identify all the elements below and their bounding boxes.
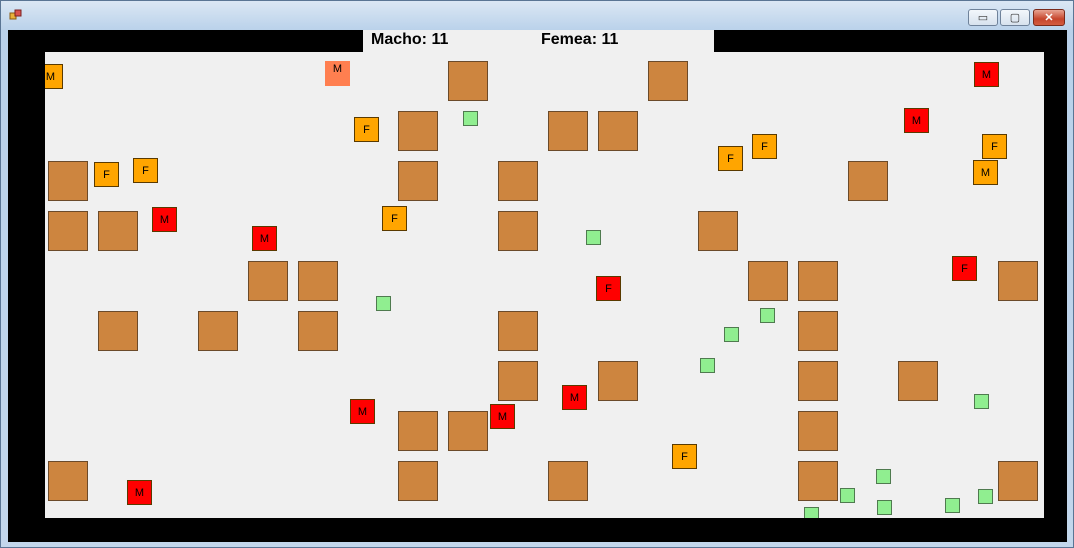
obstacle <box>398 161 438 201</box>
food-item <box>463 111 478 126</box>
male-animal: M <box>562 385 587 410</box>
food-item <box>840 488 855 503</box>
food-item <box>804 507 819 518</box>
obstacle <box>598 361 638 401</box>
female-animal: F <box>596 276 621 301</box>
male-animal: M <box>490 404 515 429</box>
minimize-button[interactable]: ▭ <box>968 9 998 26</box>
obstacle <box>298 261 338 301</box>
obstacle <box>48 161 88 201</box>
game-field: M M M F M F F F F F M M F M F F M M M F … <box>45 52 1044 518</box>
male-animal: M <box>325 61 350 86</box>
obstacle <box>998 461 1038 501</box>
female-animal: F <box>982 134 1007 159</box>
maximize-button[interactable]: ▢ <box>1000 9 1030 26</box>
obstacle <box>798 461 838 501</box>
obstacle <box>498 361 538 401</box>
obstacle <box>598 111 638 151</box>
male-animal: M <box>973 160 998 185</box>
obstacle <box>648 61 688 101</box>
app-window: ▭ ▢ ✕ Macho: 11 Femea: 11 M M M F M F F … <box>0 0 1074 548</box>
male-animal: M <box>350 399 375 424</box>
app-icon <box>9 9 22 20</box>
obstacle <box>98 311 138 351</box>
obstacle <box>448 61 488 101</box>
male-animal: M <box>152 207 177 232</box>
female-animal: F <box>354 117 379 142</box>
close-button[interactable]: ✕ <box>1033 9 1065 26</box>
obstacle <box>198 311 238 351</box>
food-item <box>724 327 739 342</box>
male-animal: M <box>974 62 999 87</box>
food-item <box>974 394 989 409</box>
female-animal: F <box>952 256 977 281</box>
male-score-label: Macho: 11 <box>371 31 449 48</box>
female-animal: F <box>133 158 158 183</box>
male-animal: M <box>127 480 152 505</box>
food-item <box>376 296 391 311</box>
food-item <box>945 498 960 513</box>
obstacle <box>898 361 938 401</box>
male-animal: M <box>45 64 63 89</box>
obstacle <box>398 111 438 151</box>
male-animal: M <box>252 226 277 251</box>
female-score-label: Femea: 11 <box>541 31 619 48</box>
female-animal: F <box>752 134 777 159</box>
obstacle <box>98 211 138 251</box>
obstacle <box>798 411 838 451</box>
obstacle <box>498 211 538 251</box>
obstacle <box>398 411 438 451</box>
obstacle <box>298 311 338 351</box>
obstacle <box>498 311 538 351</box>
food-item <box>700 358 715 373</box>
obstacle <box>548 461 588 501</box>
score-panel: Macho: 11 Femea: 11 <box>363 30 714 52</box>
obstacle <box>748 261 788 301</box>
obstacle <box>248 261 288 301</box>
female-animal: F <box>672 444 697 469</box>
obstacle <box>798 361 838 401</box>
food-item <box>586 230 601 245</box>
obstacle <box>698 211 738 251</box>
obstacle <box>48 211 88 251</box>
obstacle <box>798 311 838 351</box>
food-item <box>877 500 892 515</box>
food-item <box>876 469 891 484</box>
obstacle <box>798 261 838 301</box>
obstacle <box>548 111 588 151</box>
female-animal: F <box>382 206 407 231</box>
obstacle <box>998 261 1038 301</box>
obstacle <box>848 161 888 201</box>
obstacle <box>498 161 538 201</box>
obstacle <box>448 411 488 451</box>
food-item <box>978 489 993 504</box>
female-animal: F <box>718 146 743 171</box>
game-client-area: Macho: 11 Femea: 11 M M M F M F F F F F … <box>8 30 1067 542</box>
female-animal: F <box>94 162 119 187</box>
obstacle <box>398 461 438 501</box>
obstacle <box>48 461 88 501</box>
male-animal: M <box>904 108 929 133</box>
food-item <box>760 308 775 323</box>
